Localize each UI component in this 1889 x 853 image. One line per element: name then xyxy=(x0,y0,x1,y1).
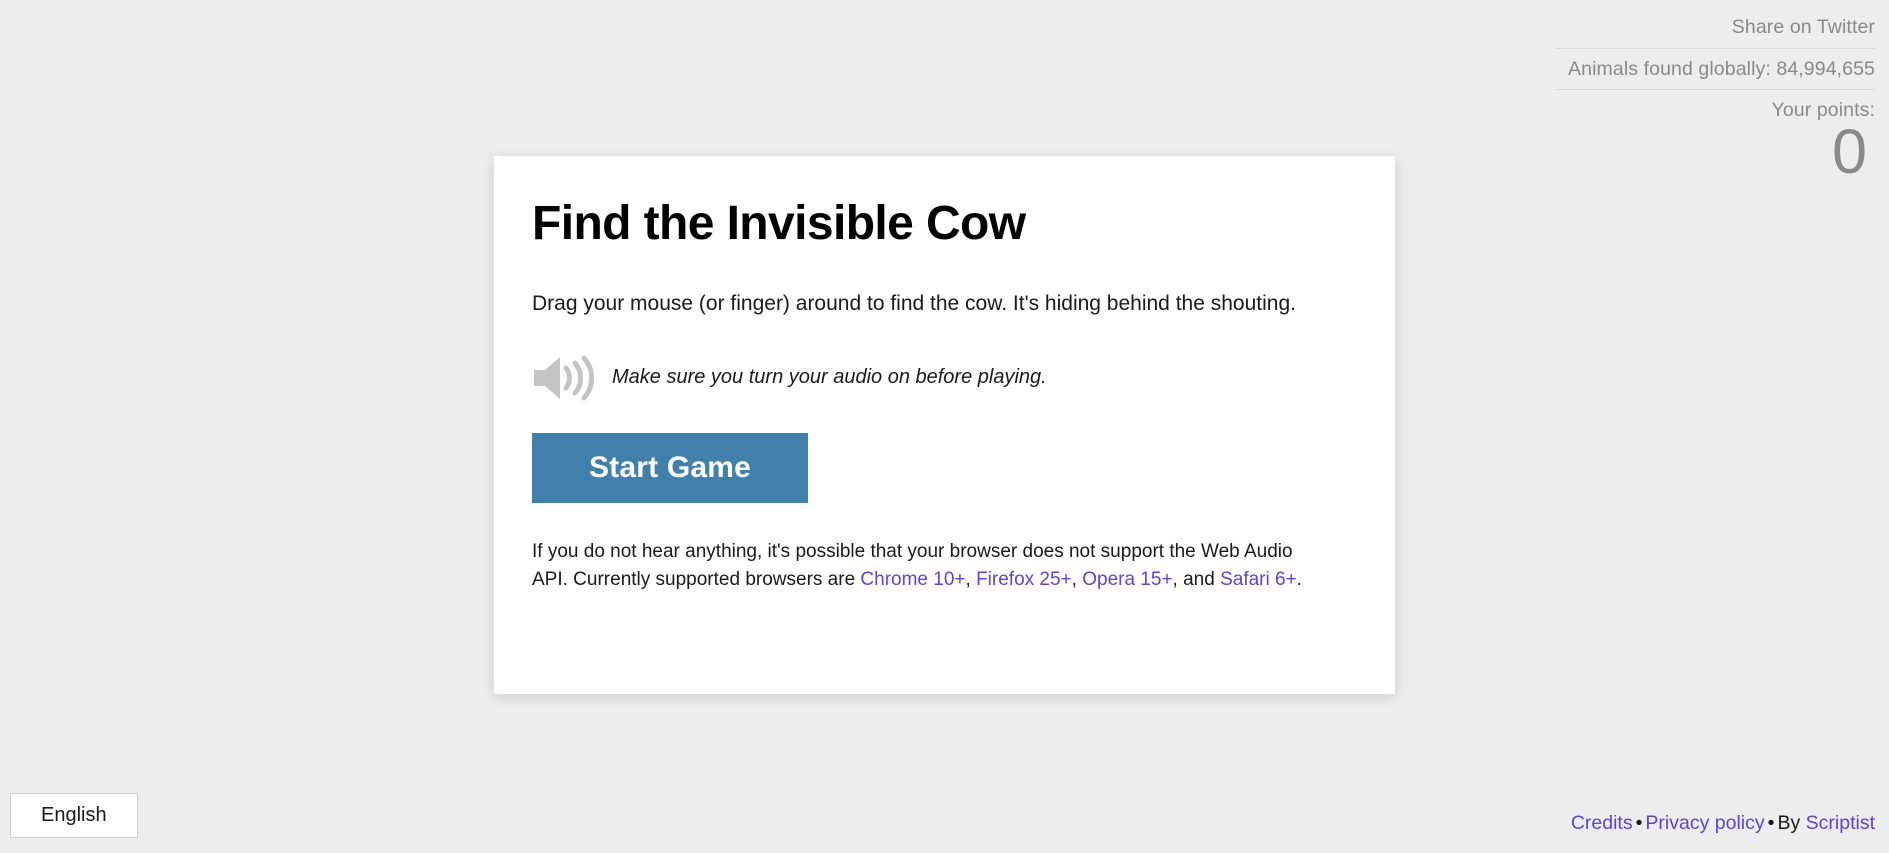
language-selector[interactable]: English xyxy=(10,793,138,838)
game-card: Find the Invisible Cow Drag your mouse (… xyxy=(494,156,1395,694)
share-on-twitter-row[interactable]: Share on Twitter xyxy=(1555,0,1875,48)
footer-bullet-1: • xyxy=(1635,812,1643,834)
stats-panel: Share on Twitter Animals found globally:… xyxy=(1555,0,1889,187)
support-sep-2: , xyxy=(1071,568,1083,590)
firefox-link[interactable]: Firefox 25+ xyxy=(976,569,1072,590)
page-title: Find the Invisible Cow xyxy=(532,197,1026,250)
browser-support-text: If you do not hear anything, it's possib… xyxy=(532,538,1332,594)
support-sep-1: , xyxy=(965,568,977,590)
privacy-policy-link[interactable]: Privacy policy xyxy=(1645,812,1764,834)
start-game-button[interactable]: Start Game xyxy=(532,432,808,503)
author-link[interactable]: Scriptist xyxy=(1806,812,1875,834)
points-value: 0 xyxy=(1831,116,1867,187)
safari-link[interactable]: Safari 6+ xyxy=(1220,569,1297,590)
your-points-label: Your points: xyxy=(1771,99,1875,121)
support-sep-3: , and xyxy=(1172,568,1221,590)
share-on-twitter-link[interactable]: Share on Twitter xyxy=(1732,16,1875,38)
site-footer: Credits • Privacy policy • By Scriptist xyxy=(1571,812,1875,835)
instructions-text: Drag your mouse (or finger) around to fi… xyxy=(532,291,1296,315)
speaker-volume-icon xyxy=(534,355,594,401)
audio-notice-text: Make sure you turn your audio on before … xyxy=(612,366,1047,389)
by-label: By xyxy=(1777,812,1801,834)
credits-link[interactable]: Credits xyxy=(1571,812,1633,834)
audio-notice: Make sure you turn your audio on before … xyxy=(532,355,1341,401)
animals-found-globally: Animals found globally: 84,994,655 xyxy=(1555,47,1875,90)
footer-bullet-2: • xyxy=(1767,812,1775,834)
opera-link[interactable]: Opera 15+ xyxy=(1082,569,1172,590)
chrome-link[interactable]: Chrome 10+ xyxy=(860,569,965,590)
support-text-after: . xyxy=(1296,568,1302,590)
